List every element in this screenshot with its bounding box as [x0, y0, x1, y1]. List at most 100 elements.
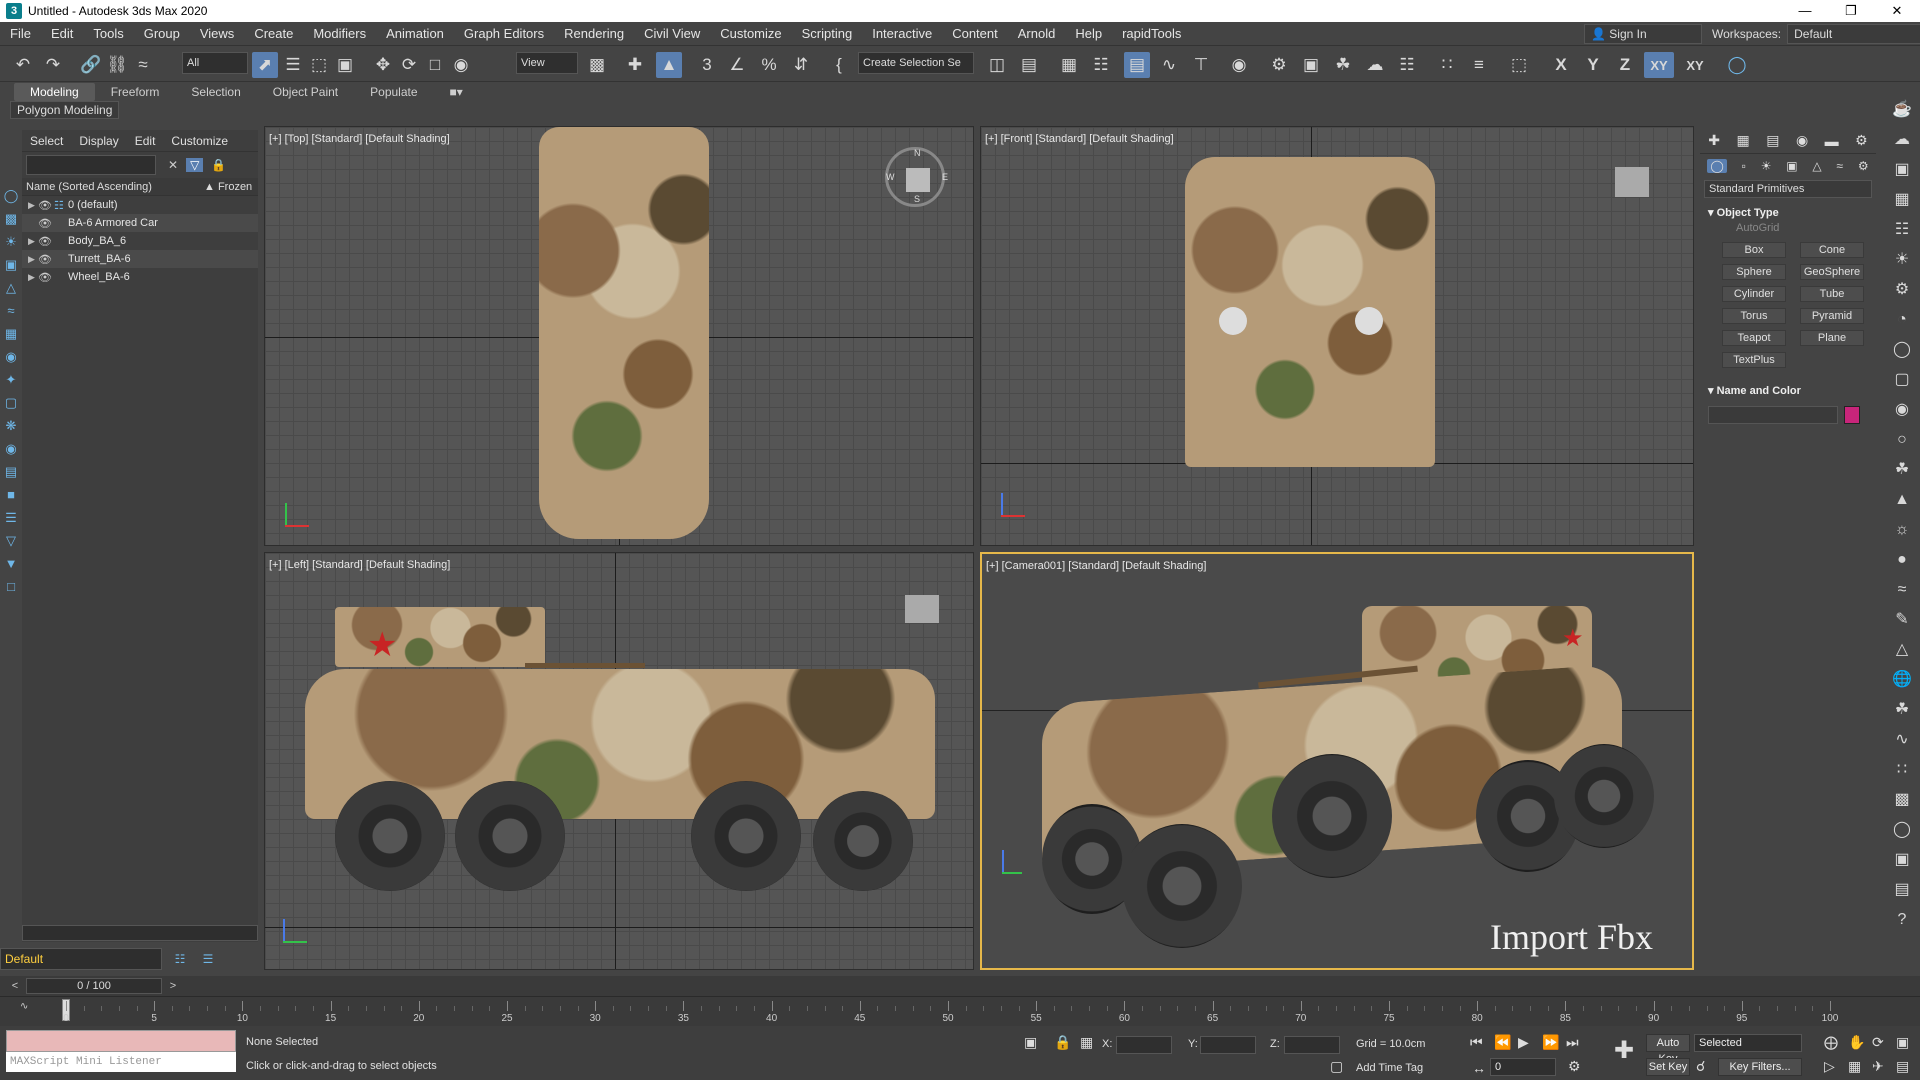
viewport-camera[interactable]: [+] [Camera001] [Standard] [Default Shad… [980, 552, 1694, 970]
viewcube-face[interactable] [906, 168, 930, 192]
modify-tab-icon[interactable]: ▦ [1736, 132, 1749, 149]
viewport-front[interactable]: [+] [Front] [Standard] [Default Shading] [980, 126, 1694, 546]
tube-button[interactable]: Tube [1800, 286, 1864, 302]
chair-icon[interactable]: ☘ [1890, 458, 1914, 482]
bind-spacewarp-icon[interactable]: ≈ [130, 52, 156, 78]
time-tag-icon[interactable]: ▢ [1330, 1058, 1343, 1075]
ribbon-panel-polygon-modeling[interactable]: Polygon Modeling [10, 101, 120, 119]
helpers-icon[interactable]: △ [1812, 159, 1821, 173]
absolute-mode-icon[interactable]: ▦ [1080, 1034, 1093, 1051]
viewport-left[interactable]: [+] [Left] [Standard] [Default Shading] … [264, 552, 974, 970]
viewcube-face[interactable] [905, 595, 939, 623]
viewport-label[interactable]: [+] [Front] [Standard] [Default Shading] [985, 133, 1174, 145]
spacewarp-icon[interactable]: ≈ [3, 303, 19, 319]
menu-interactive[interactable]: Interactive [862, 26, 942, 41]
list-item[interactable]: ▶ 👁 Wheel_BA-6 [22, 268, 258, 286]
render-production-icon[interactable]: ☘ [1330, 52, 1356, 78]
sun-icon[interactable]: ☼ [1890, 518, 1914, 542]
render-shortcut-icon[interactable]: ☷ [1394, 52, 1420, 78]
schematic-view-icon[interactable]: ⊤ [1188, 52, 1214, 78]
list-icon[interactable]: ☰ [3, 510, 19, 526]
next-frame-icon[interactable]: > [166, 980, 180, 992]
menu-help[interactable]: Help [1065, 26, 1112, 41]
dots-icon[interactable]: ∷ [1890, 758, 1914, 782]
menu-tools[interactable]: Tools [83, 26, 133, 41]
systems-icon[interactable]: ⚙ [1858, 159, 1869, 173]
maxscript-output[interactable] [6, 1030, 236, 1052]
restore-icon[interactable]: ❐ [1828, 0, 1874, 22]
light-icon[interactable]: ☀ [3, 234, 19, 250]
maxscript-input[interactable]: MAXScript Mini Listener [6, 1052, 236, 1072]
motion-tab-icon[interactable]: ◉ [1796, 132, 1808, 149]
explorer-menu-edit[interactable]: Edit [127, 134, 164, 148]
auto-key-button[interactable]: Auto Key [1646, 1034, 1690, 1065]
explorer-search-input[interactable] [26, 155, 156, 175]
lights-icon[interactable]: ☀ [1761, 159, 1772, 173]
pan-icon[interactable]: ✋ [1848, 1034, 1865, 1051]
menu-customize[interactable]: Customize [710, 26, 791, 41]
menu-content[interactable]: Content [942, 26, 1008, 41]
key-mode-dropdown[interactable]: Selected [1694, 1034, 1802, 1052]
layer-explorer-icon[interactable]: ☷ [1088, 52, 1114, 78]
maxscript-listener[interactable]: MAXScript Mini Listener [6, 1030, 236, 1072]
menu-scripting[interactable]: Scripting [792, 26, 863, 41]
zoom-extents-icon[interactable]: ▦ [1848, 1058, 1861, 1075]
wireframe-icon[interactable]: △ [1890, 638, 1914, 662]
select-icon[interactable]: ◯ [3, 188, 19, 204]
undo-icon[interactable]: ↶ [10, 52, 36, 78]
explorer-scrollbar[interactable] [22, 925, 258, 941]
group-icon[interactable]: ▦ [3, 326, 19, 342]
list-item[interactable]: ▶ 👁 ☷ 0 (default) [22, 196, 258, 214]
list-item[interactable]: ▶ 👁 Body_BA_6 [22, 232, 258, 250]
ribbon-toggle-icon[interactable]: ▤ [1124, 52, 1150, 78]
link-icon[interactable]: 🔗 [78, 52, 104, 78]
rotate-icon[interactable]: ⟳ [396, 52, 422, 78]
sphere-button[interactable]: Sphere [1722, 264, 1786, 280]
export-icon[interactable]: ▤ [1890, 878, 1914, 902]
select-object-icon[interactable]: ⬈ [252, 52, 278, 78]
panel-icon[interactable]: ▢ [1890, 368, 1914, 392]
workspace-dropdown[interactable]: Default [1787, 24, 1920, 44]
viewport-top[interactable]: [+] [Top] [Standard] [Default Shading] N… [264, 126, 974, 546]
shapes-icon[interactable]: ▫ [1742, 159, 1746, 173]
create-tab-icon[interactable]: ✚ [1708, 132, 1720, 149]
sphere-icon[interactable]: ○ [1890, 428, 1914, 452]
expand-icon[interactable]: ▶ [28, 272, 38, 283]
time-config-icon[interactable]: ⚙ [1568, 1058, 1581, 1075]
render-icon[interactable]: ▣ [1890, 848, 1914, 872]
viewcube-compass[interactable]: N S W E [885, 147, 948, 207]
object-name-input[interactable] [1708, 406, 1838, 424]
key-mode-icon[interactable]: ↔ [1472, 1060, 1486, 1076]
material-icon[interactable]: ▣ [1890, 158, 1914, 182]
hair-icon[interactable]: ∿ [1890, 728, 1914, 752]
key-filter-icon[interactable]: ☌ [1696, 1058, 1705, 1075]
display-tab-icon[interactable]: ▬ [1825, 133, 1839, 149]
maximize-viewport-icon[interactable]: ▣ [1896, 1034, 1909, 1051]
tab-populate[interactable]: Populate [354, 85, 433, 99]
tab-selection[interactable]: Selection [175, 85, 256, 99]
axis-xy-button[interactable]: XY [1644, 52, 1674, 78]
eye-icon[interactable]: 👁 [38, 199, 54, 212]
prev-key-icon[interactable]: ⏪ [1494, 1034, 1511, 1051]
set-key-button[interactable]: Set Key [1646, 1058, 1690, 1076]
menu-modifiers[interactable]: Modifiers [303, 26, 376, 41]
explorer-menu-select[interactable]: Select [22, 134, 71, 148]
orbit-icon[interactable]: ⟳ [1872, 1034, 1884, 1051]
menu-civil-view[interactable]: Civil View [634, 26, 710, 41]
viewport-config-icon[interactable]: ▤ [1896, 1058, 1909, 1075]
time-slider[interactable]: < 0 / 100 > [0, 976, 1920, 996]
display-icon[interactable]: ■ [3, 487, 19, 503]
hide-icon[interactable]: ◉ [3, 441, 19, 457]
selection-region-icon[interactable]: ⬚ [1506, 52, 1532, 78]
column-frozen-header[interactable]: ▲ Frozen [204, 181, 252, 193]
material-editor-icon[interactable]: ◉ [1226, 52, 1252, 78]
select-by-name-icon[interactable]: ☰ [280, 52, 306, 78]
align-icon[interactable]: ▤ [1016, 52, 1042, 78]
tab-object-paint[interactable]: Object Paint [257, 85, 354, 99]
container-icon[interactable]: ▢ [3, 395, 19, 411]
column-name-header[interactable]: Name (Sorted Ascending) [26, 181, 204, 193]
keyboard-shortcut-icon[interactable]: ▲ [656, 52, 682, 78]
menu-animation[interactable]: Animation [376, 26, 454, 41]
cylinder-button[interactable]: Cylinder [1722, 286, 1786, 302]
tab-freeform[interactable]: Freeform [95, 85, 176, 99]
